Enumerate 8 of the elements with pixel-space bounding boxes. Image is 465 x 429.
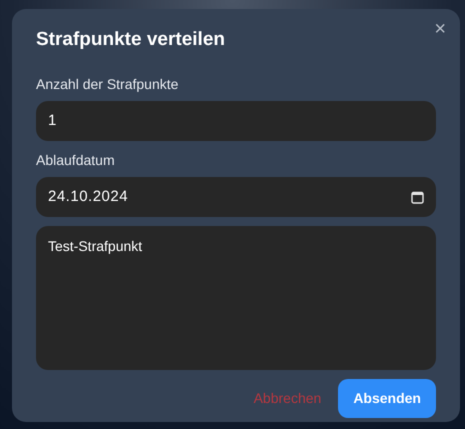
- input-field[interactable]: 1: [36, 101, 436, 141]
- dialog-title: Strafpunkte verteilen: [36, 29, 226, 51]
- text-area[interactable]: Test-Strafpunkt: [36, 226, 436, 370]
- calendar-icon[interactable]: [411, 190, 424, 204]
- field-label: Ablaufdatum: [36, 151, 116, 169]
- date-field[interactable]: 24.10.2024: [36, 177, 436, 217]
- close-button[interactable]: ×: [434, 19, 446, 39]
- field-label: Anzahl der Strafpunkte: [36, 75, 180, 93]
